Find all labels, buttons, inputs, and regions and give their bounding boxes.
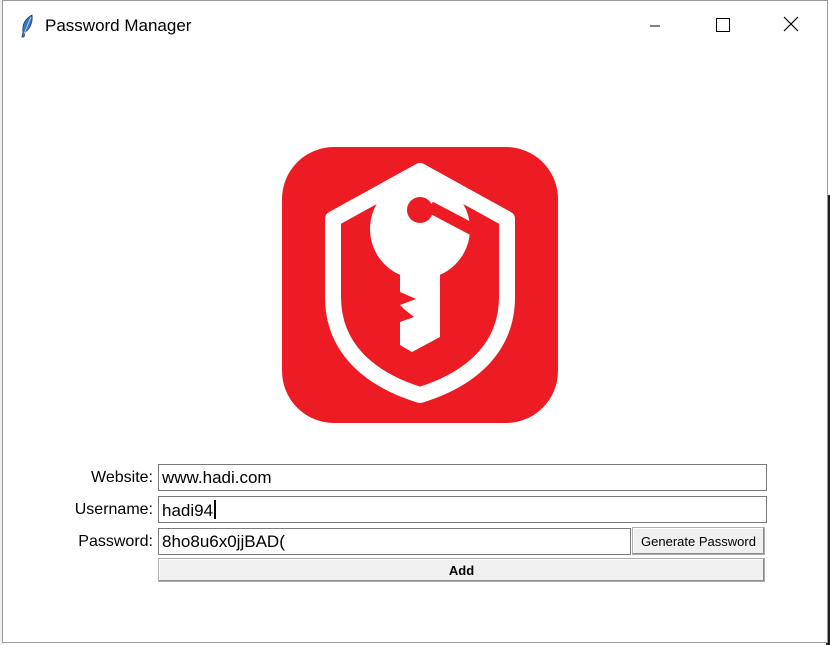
username-field[interactable]: hadi94 <box>158 496 767 523</box>
minimize-button[interactable] <box>621 1 689 51</box>
generate-password-button[interactable]: Generate Password <box>632 527 765 555</box>
title-bar[interactable]: Password Manager <box>3 1 827 51</box>
maximize-button[interactable] <box>689 1 757 51</box>
password-label: Password: <box>78 533 153 550</box>
website-label: Website: <box>91 469 153 486</box>
minimize-icon <box>649 17 661 36</box>
close-icon <box>783 16 799 36</box>
website-field[interactable]: www.hadi.com <box>158 464 767 491</box>
maximize-icon <box>716 17 730 36</box>
window-title: Password Manager <box>45 16 192 35</box>
app-window: Password Manager Website: www.hadi.com U… <box>2 0 828 643</box>
shield-key-logo <box>282 147 558 423</box>
text-caret <box>214 500 217 519</box>
feather-icon <box>19 14 35 38</box>
add-button[interactable]: Add <box>158 558 765 582</box>
username-label: Username: <box>74 501 153 518</box>
password-field[interactable]: 8ho8u6x0jjBAD( <box>158 528 631 555</box>
username-value: hadi94 <box>162 501 214 520</box>
close-button[interactable] <box>757 1 825 51</box>
